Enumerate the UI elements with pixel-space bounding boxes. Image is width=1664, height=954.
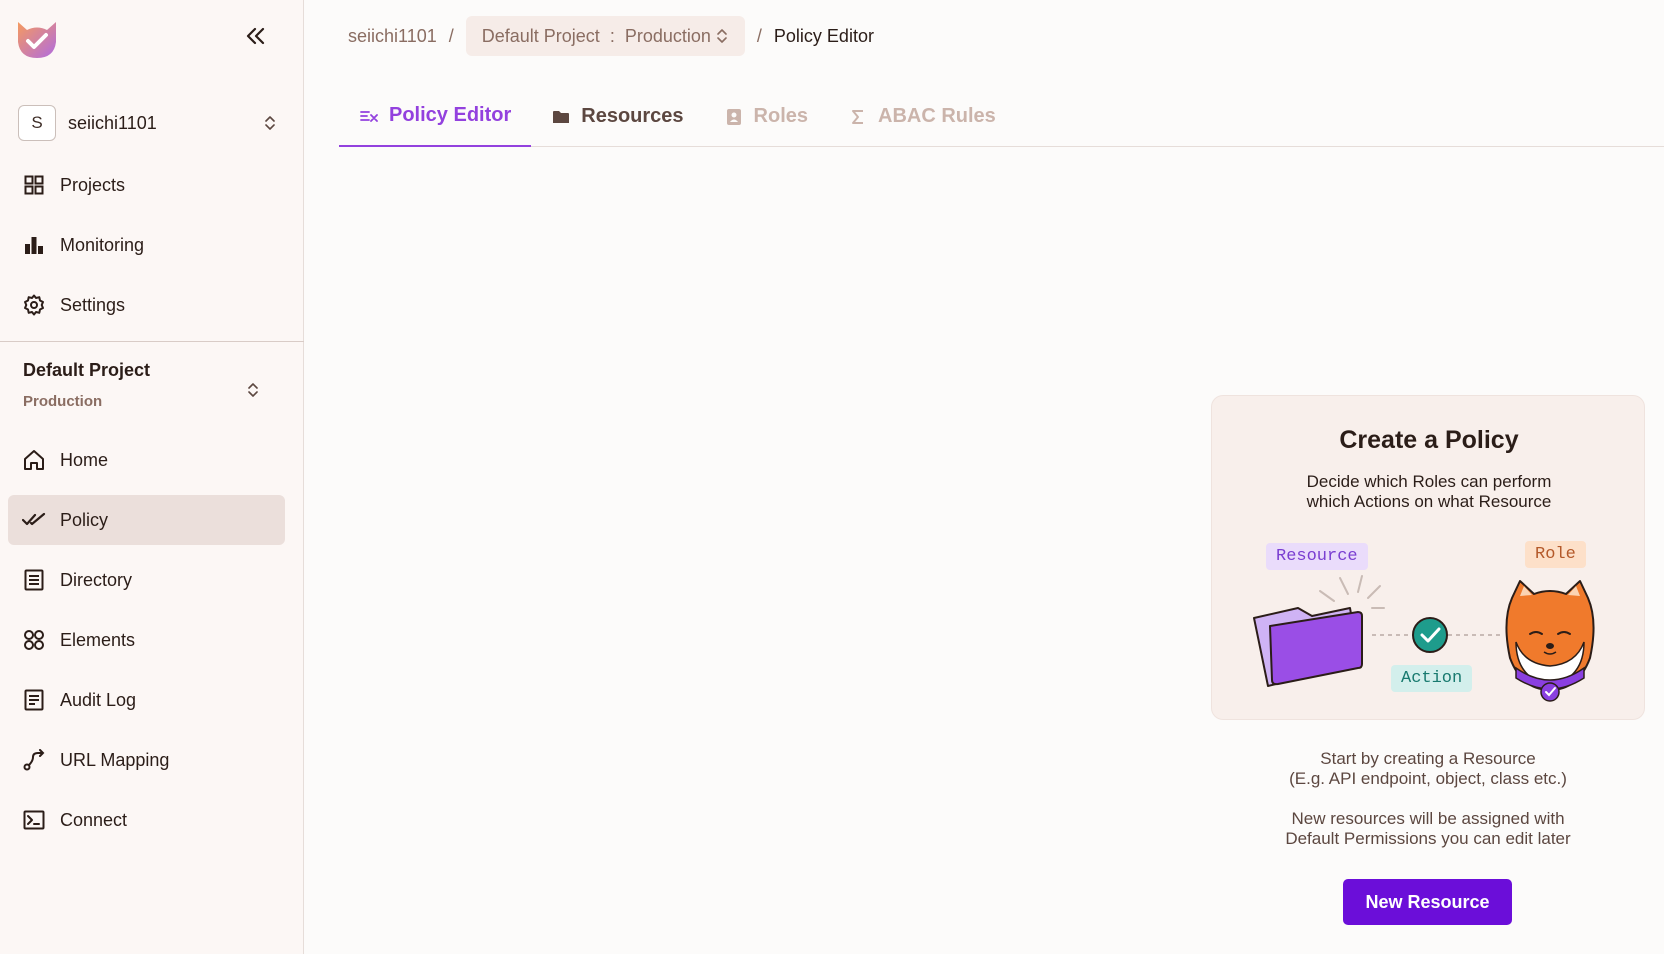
org-nav: Projects Monitoring Settings xyxy=(8,160,285,340)
sigma-icon xyxy=(848,107,868,127)
new-resource-button[interactable]: New Resource xyxy=(1343,879,1512,925)
sidebar-item-label: Elements xyxy=(60,629,136,650)
breadcrumb-environment: Production xyxy=(624,25,711,46)
hint-line: New resources will be assigned with xyxy=(1291,809,1565,828)
home-icon xyxy=(22,448,46,472)
sidebar-item-label: Settings xyxy=(60,294,126,315)
hint-line: Start by creating a Resource xyxy=(1320,749,1536,768)
double-check-icon xyxy=(22,508,46,532)
sidebar-item-projects[interactable]: Projects xyxy=(8,160,285,210)
bar-chart-icon xyxy=(22,233,46,257)
chevron-updown-icon xyxy=(717,29,727,43)
sidebar-item-monitoring[interactable]: Monitoring xyxy=(8,220,285,270)
collapse-sidebar-button[interactable] xyxy=(240,22,272,50)
elements-icon xyxy=(22,628,46,652)
sidebar-item-label: Directory xyxy=(60,569,133,590)
create-policy-card: Create a Policy Decide which Roles can p… xyxy=(1211,395,1645,720)
sparkle-icon xyxy=(1319,575,1385,609)
double-chevron-left-icon xyxy=(246,27,265,45)
tab-label: ABAC Rules xyxy=(878,105,996,127)
shiba-mascot-icon xyxy=(1505,580,1595,702)
sidebar-item-settings[interactable]: Settings xyxy=(8,280,285,330)
project-switcher[interactable]: Default Project Production xyxy=(23,360,279,420)
gear-icon xyxy=(22,293,46,317)
resource-hint: Start by creating a Resource (E.g. API e… xyxy=(1211,749,1645,789)
app-root: S seiichi1101 Projects Monitoring Settin… xyxy=(0,0,1664,954)
sidebar-item-label: Policy xyxy=(60,509,109,530)
check-circle-icon xyxy=(1412,617,1448,653)
breadcrumb: seiichi1101 / Default Project : Producti… xyxy=(348,16,874,56)
resource-tag: Resource xyxy=(1266,543,1368,570)
org-avatar: S xyxy=(18,105,56,141)
action-tag: Action xyxy=(1391,665,1473,692)
breadcrumb-org[interactable]: seiichi1101 xyxy=(348,26,437,47)
policy-tabs: Policy Editor Resources Roles ABAC Rules xyxy=(339,86,1664,147)
sidebar-item-label: URL Mapping xyxy=(60,749,170,770)
breadcrumb-separator: / xyxy=(448,25,454,46)
sidebar-item-url-mapping[interactable]: URL Mapping xyxy=(8,735,285,785)
sidebar-item-label: Home xyxy=(60,449,109,470)
chevron-updown-icon xyxy=(243,380,263,400)
sidebar-item-label: Audit Log xyxy=(60,689,137,710)
project-environment: Production xyxy=(23,393,103,410)
sidebar-item-connect[interactable]: Connect xyxy=(8,795,285,845)
folder-illustration-icon xyxy=(1253,607,1363,687)
chevron-updown-icon xyxy=(260,113,280,133)
sidebar-item-label: Projects xyxy=(60,174,126,195)
sidebar-item-label: Monitoring xyxy=(60,234,145,255)
project-nav: Home Policy Directory Elements Audit Log… xyxy=(8,435,285,855)
audit-log-icon xyxy=(22,688,46,712)
tab-label: Roles xyxy=(753,105,808,127)
sidebar-divider xyxy=(0,341,304,342)
org-switcher[interactable]: S seiichi1101 xyxy=(18,104,280,142)
terminal-icon xyxy=(22,808,46,832)
sidebar-item-audit-log[interactable]: Audit Log xyxy=(8,675,285,725)
tab-label: Policy Editor xyxy=(389,104,512,126)
sidebar-item-label: Connect xyxy=(60,809,128,830)
role-tag: Role xyxy=(1525,541,1586,568)
route-icon xyxy=(22,748,46,772)
directory-icon xyxy=(22,568,46,592)
sidebar-item-home[interactable]: Home xyxy=(8,435,285,485)
folder-icon xyxy=(551,107,571,127)
org-name: seiichi1101 xyxy=(68,112,157,133)
sidebar-item-policy[interactable]: Policy xyxy=(8,495,285,545)
sidebar-item-directory[interactable]: Directory xyxy=(8,555,285,605)
breadcrumb-colon: : xyxy=(609,25,615,46)
project-name: Default Project xyxy=(23,360,151,380)
permit-logo-icon[interactable] xyxy=(14,14,60,60)
permissions-hint: New resources will be assigned with Defa… xyxy=(1211,809,1645,849)
sidebar: S seiichi1101 Projects Monitoring Settin… xyxy=(0,0,304,954)
tab-label: Resources xyxy=(581,105,684,127)
breadcrumb-separator: / xyxy=(756,25,762,46)
tab-abac-rules[interactable]: ABAC Rules xyxy=(828,86,1016,147)
tab-resources[interactable]: Resources xyxy=(531,86,703,147)
breadcrumb-project-switcher[interactable]: Default Project : Production xyxy=(465,16,745,56)
breadcrumb-current: Policy Editor xyxy=(773,25,874,46)
id-badge-icon xyxy=(724,107,744,127)
hint-line: Default Permissions you can edit later xyxy=(1285,829,1571,848)
policy-editor-icon xyxy=(359,106,379,126)
sidebar-item-elements[interactable]: Elements xyxy=(8,615,285,665)
breadcrumb-project: Default Project xyxy=(481,25,600,46)
tab-roles[interactable]: Roles xyxy=(704,86,828,147)
hint-line: (E.g. API endpoint, object, class etc.) xyxy=(1289,769,1567,788)
tab-policy-editor[interactable]: Policy Editor xyxy=(339,86,532,147)
grid-icon xyxy=(22,173,46,197)
